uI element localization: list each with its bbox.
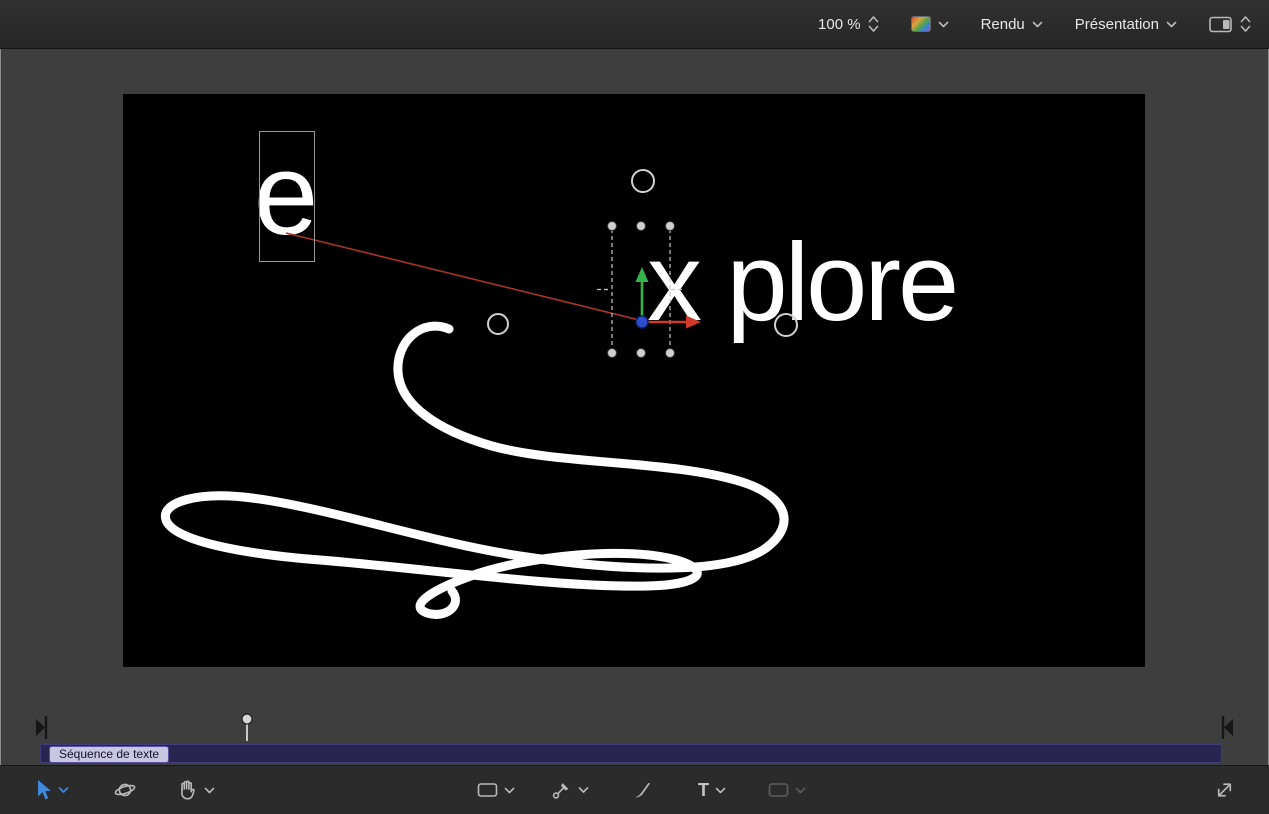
canvas-bottom-toolbar: T xyxy=(0,765,1269,814)
selection-handle[interactable] xyxy=(637,222,646,231)
timeline-out-marker-icon[interactable] xyxy=(1223,716,1233,739)
zoom-level-control[interactable]: 100 % xyxy=(818,15,879,33)
motion-path-line xyxy=(286,233,639,320)
y-axis-arrowhead xyxy=(636,267,649,282)
chevron-down-icon xyxy=(1032,21,1043,28)
text-tool-button[interactable]: T xyxy=(698,781,726,799)
chevron-down-icon[interactable] xyxy=(715,787,726,794)
arrow-cursor-icon xyxy=(36,780,52,801)
path-point-circle[interactable] xyxy=(488,314,508,334)
timeline-in-marker-icon[interactable] xyxy=(36,716,46,739)
view-menu-label: Présentation xyxy=(1075,16,1159,33)
view-menu[interactable]: Présentation xyxy=(1075,16,1177,33)
chevron-down-icon[interactable] xyxy=(578,787,589,794)
paint-stroke-tool-button[interactable] xyxy=(632,780,653,801)
chevron-down-icon xyxy=(795,787,806,794)
chevron-down-icon[interactable] xyxy=(58,787,69,794)
zoom-level-value: 100 % xyxy=(818,16,861,33)
flourish-stroke[interactable] xyxy=(165,326,784,614)
canvas[interactable]: e x plore xyxy=(123,94,1145,667)
rectangle-mask-icon xyxy=(768,781,789,799)
rectangle-icon xyxy=(477,781,498,799)
rectangle-tool-button[interactable] xyxy=(477,781,515,799)
stepper-icon[interactable] xyxy=(868,15,879,33)
select-tool-button[interactable] xyxy=(36,780,69,801)
selection-handle[interactable] xyxy=(608,222,617,231)
mini-timeline[interactable]: Séquence de texte xyxy=(0,710,1269,765)
selection-handle[interactable] xyxy=(608,349,617,358)
chevron-down-icon xyxy=(938,21,949,28)
fullscreen-button[interactable] xyxy=(1213,779,1236,802)
transform-3d-tool-button[interactable] xyxy=(114,779,136,801)
pan-tool-button[interactable] xyxy=(176,779,215,801)
x-axis-arrowhead xyxy=(686,316,701,329)
chevron-down-icon[interactable] xyxy=(204,787,215,794)
expand-icon xyxy=(1213,779,1236,802)
render-menu-label: Rendu xyxy=(981,16,1025,33)
image-mask-tool-button xyxy=(768,781,806,799)
letter-selection-outline xyxy=(259,131,315,262)
hand-icon xyxy=(176,779,198,801)
layout-panel-icon xyxy=(1209,16,1233,33)
sequence-label[interactable]: Séquence de texte xyxy=(49,746,169,763)
selection-handle[interactable] xyxy=(666,349,675,358)
chevron-down-icon[interactable] xyxy=(504,787,515,794)
layout-control[interactable] xyxy=(1209,15,1251,33)
stepper-icon[interactable] xyxy=(1240,15,1251,33)
selection-handle[interactable] xyxy=(666,222,675,231)
paintbrush-icon xyxy=(632,780,653,801)
bezier-tool-button[interactable] xyxy=(551,780,589,801)
render-menu[interactable]: Rendu xyxy=(981,16,1043,33)
chevron-down-icon xyxy=(1166,21,1177,28)
color-channels-icon xyxy=(911,16,931,32)
orbit-icon xyxy=(114,779,136,801)
motion-canvas-window: 100 % Rendu Présentation xyxy=(0,0,1269,814)
anchor-point[interactable] xyxy=(636,316,648,328)
text-tool-icon: T xyxy=(698,781,709,799)
path-point-circle[interactable] xyxy=(632,170,654,192)
channels-menu[interactable] xyxy=(911,16,949,32)
canvas-top-toolbar: 100 % Rendu Présentation xyxy=(0,0,1269,49)
selection-handle[interactable] xyxy=(637,349,646,358)
timeline-ruler[interactable] xyxy=(0,710,1269,744)
playhead-marker-icon[interactable] xyxy=(242,714,252,741)
pen-node-icon xyxy=(551,780,572,801)
path-point-circle[interactable] xyxy=(775,314,797,336)
sequence-bar[interactable]: Séquence de texte xyxy=(40,744,1222,763)
